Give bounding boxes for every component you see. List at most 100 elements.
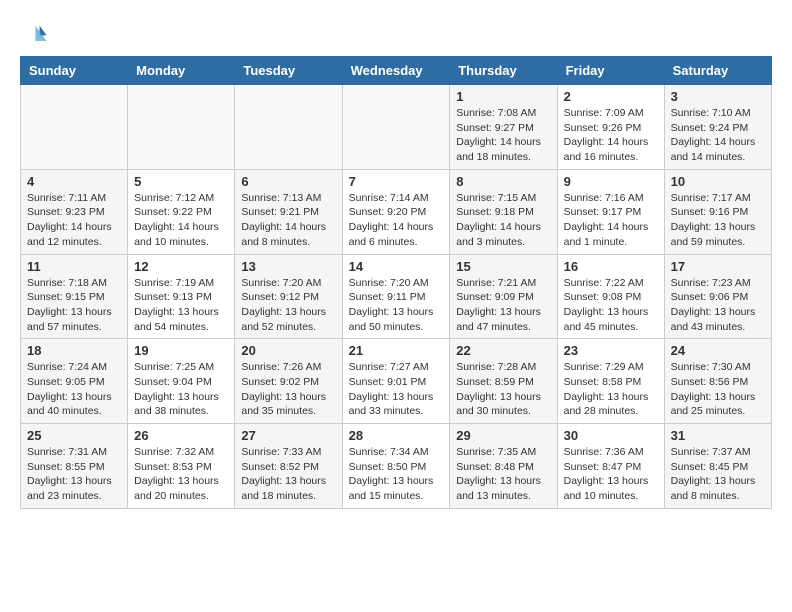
day-info: Sunrise: 7:28 AM Sunset: 8:59 PM Dayligh… — [456, 360, 550, 419]
calendar-cell: 20 Sunrise: 7:26 AM Sunset: 9:02 PM Dayli… — [235, 339, 342, 424]
calendar-cell: 6 Sunrise: 7:13 AM Sunset: 9:21 PM Daylig… — [235, 169, 342, 254]
day-info: Sunrise: 7:13 AM Sunset: 9:21 PM Dayligh… — [241, 191, 335, 250]
calendar-cell: 29Sunrise: 7:35 AM Sunset: 8:48 PM Dayli… — [450, 424, 557, 509]
weekday-header: Tuesday — [235, 57, 342, 85]
calendar-cell: 22 Sunrise: 7:28 AM Sunset: 8:59 PM Dayli… — [450, 339, 557, 424]
day-info: Sunrise: 7:26 AM Sunset: 9:02 PM Dayligh… — [241, 360, 335, 419]
day-info: Sunrise: 7:27 AM Sunset: 9:01 PM Dayligh… — [349, 360, 444, 419]
calendar-cell: 26 Sunrise: 7:32 AM Sunset: 8:53 PM Dayli… — [128, 424, 235, 509]
day-info: Sunrise: 7:14 AM Sunset: 9:20 PM Dayligh… — [349, 191, 444, 250]
weekday-header: Wednesday — [342, 57, 450, 85]
calendar-cell: 21 Sunrise: 7:27 AM Sunset: 9:01 PM Dayli… — [342, 339, 450, 424]
calendar-cell: 1 Sunrise: 7:08 AM Sunset: 9:27 PM Daylig… — [450, 85, 557, 170]
calendar-cell: 8 Sunrise: 7:15 AM Sunset: 9:18 PM Daylig… — [450, 169, 557, 254]
day-info: Sunrise: 7:21 AM Sunset: 9:09 PM Dayligh… — [456, 276, 550, 335]
day-number: 19 — [134, 343, 228, 358]
calendar-cell: 18 Sunrise: 7:24 AM Sunset: 9:05 PM Dayli… — [21, 339, 128, 424]
day-number: 25 — [27, 428, 121, 443]
day-info: Sunrise: 7:12 AM Sunset: 9:22 PM Dayligh… — [134, 191, 228, 250]
calendar-cell: 4 Sunrise: 7:11 AM Sunset: 9:23 PM Daylig… — [21, 169, 128, 254]
day-number: 2 — [564, 89, 658, 104]
day-info: Sunrise: 7:17 AM Sunset: 9:16 PM Dayligh… — [671, 191, 765, 250]
day-info: Sunrise: 7:22 AM Sunset: 9:08 PM Dayligh… — [564, 276, 658, 335]
day-info: Sunrise: 7:30 AM Sunset: 8:56 PM Dayligh… — [671, 360, 765, 419]
day-number: 24 — [671, 343, 765, 358]
calendar-cell: 23Sunrise: 7:29 AM Sunset: 8:58 PM Dayli… — [557, 339, 664, 424]
day-number: 30 — [564, 428, 658, 443]
logo-icon — [20, 20, 48, 48]
calendar-cell: 15 Sunrise: 7:21 AM Sunset: 9:09 PM Dayli… — [450, 254, 557, 339]
calendar-week-row: 11 Sunrise: 7:18 AM Sunset: 9:15 PM Dayli… — [21, 254, 772, 339]
calendar-cell: 17 Sunrise: 7:23 AM Sunset: 9:06 PM Dayli… — [664, 254, 771, 339]
day-number: 28 — [349, 428, 444, 443]
day-info: Sunrise: 7:18 AM Sunset: 9:15 PM Dayligh… — [27, 276, 121, 335]
day-number: 12 — [134, 259, 228, 274]
day-info: Sunrise: 7:33 AM Sunset: 8:52 PM Dayligh… — [241, 445, 335, 504]
calendar-cell — [342, 85, 450, 170]
day-number: 11 — [27, 259, 121, 274]
day-number: 31 — [671, 428, 765, 443]
day-number: 6 — [241, 174, 335, 189]
calendar-cell: 12 Sunrise: 7:19 AM Sunset: 9:13 PM Dayli… — [128, 254, 235, 339]
page-header — [20, 20, 772, 48]
day-number: 16 — [564, 259, 658, 274]
calendar-week-row: 18 Sunrise: 7:24 AM Sunset: 9:05 PM Dayli… — [21, 339, 772, 424]
day-info: Sunrise: 7:36 AM Sunset: 8:47 PM Dayligh… — [564, 445, 658, 504]
day-info: Sunrise: 7:23 AM Sunset: 9:06 PM Dayligh… — [671, 276, 765, 335]
calendar-cell: 16 Sunrise: 7:22 AM Sunset: 9:08 PM Dayli… — [557, 254, 664, 339]
day-info: Sunrise: 7:35 AM Sunset: 8:48 PM Dayligh… — [456, 445, 550, 504]
calendar-cell: 9 Sunrise: 7:16 AM Sunset: 9:17 PM Daylig… — [557, 169, 664, 254]
calendar-cell: 14 Sunrise: 7:20 AM Sunset: 9:11 PM Dayli… — [342, 254, 450, 339]
day-number: 4 — [27, 174, 121, 189]
calendar-cell: 31 Sunrise: 7:37 AM Sunset: 8:45 PM Dayli… — [664, 424, 771, 509]
calendar-cell: 24 Sunrise: 7:30 AM Sunset: 8:56 PM Dayli… — [664, 339, 771, 424]
calendar-cell: 2 Sunrise: 7:09 AM Sunset: 9:26 PM Daylig… — [557, 85, 664, 170]
day-number: 26 — [134, 428, 228, 443]
day-info: Sunrise: 7:34 AM Sunset: 8:50 PM Dayligh… — [349, 445, 444, 504]
day-number: 22 — [456, 343, 550, 358]
calendar-cell: 13 Sunrise: 7:20 AM Sunset: 9:12 PM Dayli… — [235, 254, 342, 339]
day-info: Sunrise: 7:20 AM Sunset: 9:12 PM Dayligh… — [241, 276, 335, 335]
weekday-header: Saturday — [664, 57, 771, 85]
day-info: Sunrise: 7:25 AM Sunset: 9:04 PM Dayligh… — [134, 360, 228, 419]
day-info: Sunrise: 7:16 AM Sunset: 9:17 PM Dayligh… — [564, 191, 658, 250]
day-number: 1 — [456, 89, 550, 104]
day-number: 10 — [671, 174, 765, 189]
day-info: Sunrise: 7:08 AM Sunset: 9:27 PM Dayligh… — [456, 106, 550, 165]
day-number: 23 — [564, 343, 658, 358]
day-number: 8 — [456, 174, 550, 189]
day-info: Sunrise: 7:24 AM Sunset: 9:05 PM Dayligh… — [27, 360, 121, 419]
day-info: Sunrise: 7:37 AM Sunset: 8:45 PM Dayligh… — [671, 445, 765, 504]
calendar-cell — [128, 85, 235, 170]
calendar-cell: 30 Sunrise: 7:36 AM Sunset: 8:47 PM Dayli… — [557, 424, 664, 509]
weekday-header: Friday — [557, 57, 664, 85]
day-info: Sunrise: 7:19 AM Sunset: 9:13 PM Dayligh… — [134, 276, 228, 335]
day-number: 27 — [241, 428, 335, 443]
day-info: Sunrise: 7:15 AM Sunset: 9:18 PM Dayligh… — [456, 191, 550, 250]
calendar-cell: 28 Sunrise: 7:34 AM Sunset: 8:50 PM Dayli… — [342, 424, 450, 509]
day-info: Sunrise: 7:09 AM Sunset: 9:26 PM Dayligh… — [564, 106, 658, 165]
day-info: Sunrise: 7:32 AM Sunset: 8:53 PM Dayligh… — [134, 445, 228, 504]
calendar-header-row: SundayMondayTuesdayWednesdayThursdayFrid… — [21, 57, 772, 85]
calendar-table: SundayMondayTuesdayWednesdayThursdayFrid… — [20, 56, 772, 509]
calendar-cell — [21, 85, 128, 170]
calendar-week-row: 4 Sunrise: 7:11 AM Sunset: 9:23 PM Daylig… — [21, 169, 772, 254]
day-number: 20 — [241, 343, 335, 358]
weekday-header: Monday — [128, 57, 235, 85]
day-number: 9 — [564, 174, 658, 189]
calendar-cell — [235, 85, 342, 170]
weekday-header: Sunday — [21, 57, 128, 85]
day-info: Sunrise: 7:20 AM Sunset: 9:11 PM Dayligh… — [349, 276, 444, 335]
day-number: 18 — [27, 343, 121, 358]
day-number: 14 — [349, 259, 444, 274]
day-number: 15 — [456, 259, 550, 274]
day-info: Sunrise: 7:11 AM Sunset: 9:23 PM Dayligh… — [27, 191, 121, 250]
day-info: Sunrise: 7:10 AM Sunset: 9:24 PM Dayligh… — [671, 106, 765, 165]
day-number: 21 — [349, 343, 444, 358]
calendar-week-row: 25Sunrise: 7:31 AM Sunset: 8:55 PM Dayli… — [21, 424, 772, 509]
calendar-cell: 27 Sunrise: 7:33 AM Sunset: 8:52 PM Dayli… — [235, 424, 342, 509]
day-number: 7 — [349, 174, 444, 189]
day-number: 13 — [241, 259, 335, 274]
calendar-cell: 7 Sunrise: 7:14 AM Sunset: 9:20 PM Daylig… — [342, 169, 450, 254]
day-number: 17 — [671, 259, 765, 274]
